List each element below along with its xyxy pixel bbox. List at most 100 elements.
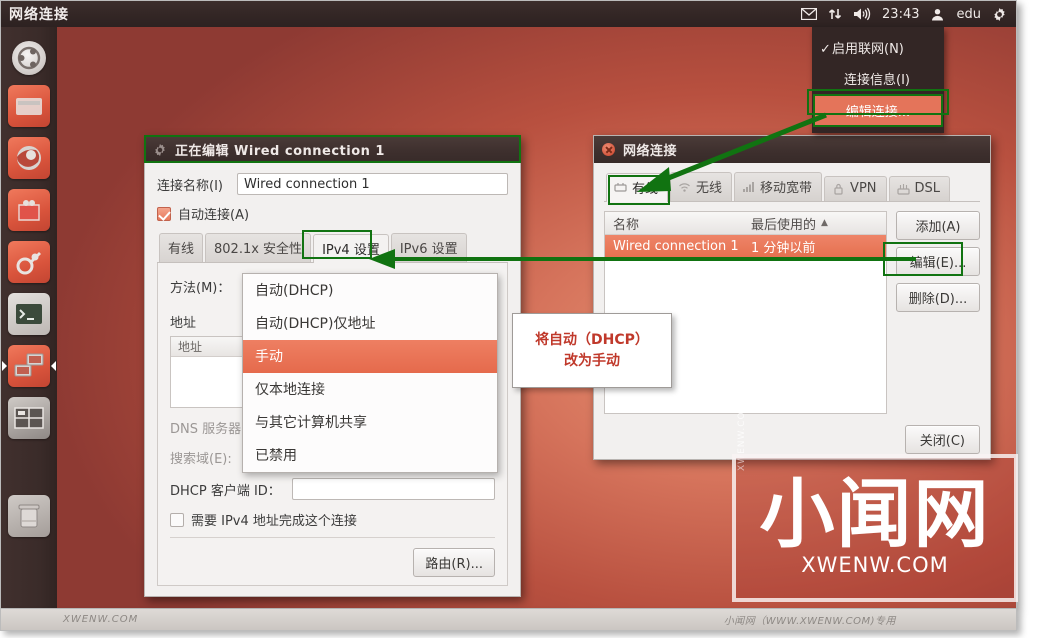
wireless-icon (678, 180, 691, 193)
tab-8021x-security[interactable]: 802.1x 安全性 (205, 233, 312, 262)
dhcp-client-id-input[interactable] (292, 478, 495, 500)
method-label: 方法(M)： (170, 281, 231, 296)
vpn-icon (832, 182, 845, 195)
add-button[interactable]: 添加(A) (896, 211, 980, 240)
launcher-item-workspace-switcher[interactable] (8, 397, 50, 439)
launcher-item-terminal[interactable] (8, 293, 50, 335)
method-option-shared[interactable]: 与其它计算机共享 (243, 406, 497, 439)
panel-divider (170, 537, 495, 538)
connection-name-input[interactable]: Wired connection 1 (237, 173, 508, 195)
column-header-last-used-label: 最后使用的 (751, 217, 817, 233)
column-header-last-used[interactable]: 最后使用的 ▲ (751, 214, 886, 233)
menu-item-connection-info-label: 连接信息(I) (844, 73, 910, 88)
connection-action-buttons: 添加(A) 编辑(E)... 删除(D)... (896, 211, 980, 414)
method-option-link-local[interactable]: 仅本地连接 (243, 373, 497, 406)
method-option-auto-dhcp[interactable]: 自动(DHCP) (243, 274, 497, 307)
tab-ipv4-settings[interactable]: IPv4 设置 (313, 234, 389, 263)
table-row[interactable]: Wired connection 1 1 分钟以前 (605, 235, 886, 258)
menu-item-enable-networking-label: 启用联网(N) (832, 42, 904, 57)
launcher-item-remote-desktop[interactable] (2, 345, 56, 387)
tab-vpn[interactable]: VPN (824, 176, 887, 201)
dsl-icon (896, 182, 910, 195)
require-ipv4-checkbox[interactable] (170, 512, 184, 527)
menu-item-connection-info[interactable]: 连接信息(I) (812, 63, 944, 94)
launcher-item-trash[interactable] (8, 495, 50, 537)
method-option-auto-dhcp-addresses-only[interactable]: 自动(DHCP)仅地址 (243, 307, 497, 340)
menu-item-edit-connections[interactable]: 编辑连接... (813, 94, 943, 127)
unity-launcher (1, 27, 57, 608)
mail-icon[interactable] (801, 8, 818, 20)
watermark-url: XWENW.COM (801, 552, 949, 577)
close-icon[interactable] (602, 143, 615, 156)
trash-icon (8, 495, 50, 537)
top-panel: 网络连接 23:43 edu (1, 1, 1016, 27)
remote-desktop-icon (8, 345, 50, 387)
volume-icon[interactable] (853, 7, 871, 21)
delete-button[interactable]: 删除(D)... (896, 283, 980, 312)
tab-ipv6-settings[interactable]: IPv6 设置 (390, 233, 467, 262)
close-button[interactable]: 关闭(C) (904, 425, 980, 454)
require-ipv4-label: 需要 IPv4 地址完成这个连接 (191, 514, 357, 529)
tab-mobile-broadband[interactable]: 移动宽带 (734, 172, 823, 201)
connection-name-row: 连接名称(I) Wired connection 1 (157, 173, 508, 195)
network-window-titlebar[interactable]: 网络连接 (594, 136, 990, 163)
method-option-disabled[interactable]: 已禁用 (243, 439, 497, 472)
mobile-icon (742, 180, 755, 193)
edit-button[interactable]: 编辑(E)... (896, 247, 980, 276)
bottom-watermark-bar: XWENW.COM 小闻网（WWW.XWENW.COM)专用 (0, 609, 1017, 631)
method-dropdown-menu: 自动(DHCP) 自动(DHCP)仅地址 手动 仅本地连接 与其它计算机共享 已… (242, 273, 498, 473)
autoconnect-checkbox[interactable] (157, 206, 171, 221)
bottom-watermark-left: XWENW.COM (63, 614, 139, 625)
column-header-name[interactable]: 名称 (605, 214, 751, 233)
network-window-body: 有线 无线 移动宽带 VPN DSL 名称 最后使用的 ▲ Wired conn… (594, 163, 990, 454)
edit-window-titlebar[interactable]: 正在编辑 Wired connection 1 (145, 136, 520, 163)
tab-wired[interactable]: 有线 (606, 173, 669, 202)
wired-icon (614, 181, 627, 194)
network-window-footer: 关闭(C) (604, 414, 980, 454)
screenshot-root: 网络连接 23:43 edu ✓启用联网(N) 连接信息(I) 编辑连接... … (0, 0, 1050, 638)
tab-wireless[interactable]: 无线 (670, 172, 733, 201)
tab-wired[interactable]: 有线 (159, 233, 204, 262)
table-header: 名称 最后使用的 ▲ (605, 212, 886, 235)
require-ipv4-row[interactable]: 需要 IPv4 地址完成这个连接 (170, 510, 495, 529)
network-icon[interactable] (828, 7, 842, 21)
launcher-item-ubuntu-dash[interactable] (12, 41, 46, 75)
launcher-item-system-settings[interactable] (8, 241, 50, 283)
tab-dsl[interactable]: DSL (888, 176, 951, 201)
edit-window-tabs: 有线 802.1x 安全性 IPv4 设置 IPv6 设置 (157, 233, 508, 263)
tab-wired-label: 有线 (632, 182, 659, 197)
launcher-item-firefox[interactable] (8, 137, 50, 179)
tab-vpn-label: VPN (850, 181, 877, 196)
menu-item-enable-networking[interactable]: ✓启用联网(N) (812, 32, 944, 63)
edit-window-title: 正在编辑 Wired connection 1 (175, 144, 385, 159)
menu-item-edit-connections-label: 编辑连接... (845, 105, 911, 120)
connection-name-label: 连接名称(I) (157, 178, 223, 194)
callout-line-1: 将自动（DHCP） (535, 332, 649, 349)
terminal-icon (8, 293, 50, 335)
watermark-title: 小闻网 (759, 470, 991, 559)
routes-button[interactable]: 路由(R)... (413, 548, 495, 577)
dhcp-client-id-label: DHCP 客户端 ID： (170, 483, 281, 499)
network-indicator-menu: ✓启用联网(N) 连接信息(I) 编辑连接... (812, 27, 944, 133)
bottom-watermark-right: 小闻网（WWW.XWENW.COM)专用 (723, 616, 896, 627)
method-option-manual[interactable]: 手动 (243, 340, 497, 373)
user-icon[interactable] (931, 8, 944, 21)
network-connections-window: 网络连接 有线 无线 移动宽带 VPN DSL 名称 最后使用的 ▲ Wired… (593, 135, 991, 460)
wrench-gear-icon (8, 241, 50, 283)
launcher-item-files[interactable] (8, 85, 50, 127)
network-window-title: 网络连接 (623, 144, 678, 159)
username-label[interactable]: edu (957, 7, 982, 22)
ubuntu-logo-icon (12, 41, 46, 75)
gear-icon (153, 143, 167, 157)
gear-icon[interactable] (992, 7, 1007, 22)
watermark-box: 小闻网 XWENW.COM (732, 454, 1018, 602)
sort-arrow-icon: ▲ (821, 218, 828, 228)
autoconnect-row[interactable]: 自动连接(A) (157, 204, 508, 223)
firefox-icon (8, 137, 50, 179)
callout-line-2: 改为手动 (564, 352, 620, 369)
shopping-bag-icon (8, 189, 50, 231)
clock[interactable]: 23:43 (882, 7, 919, 22)
launcher-item-software-center[interactable] (8, 189, 50, 231)
tab-dsl-label: DSL (914, 181, 941, 196)
panel-window-title: 网络连接 (9, 7, 69, 23)
